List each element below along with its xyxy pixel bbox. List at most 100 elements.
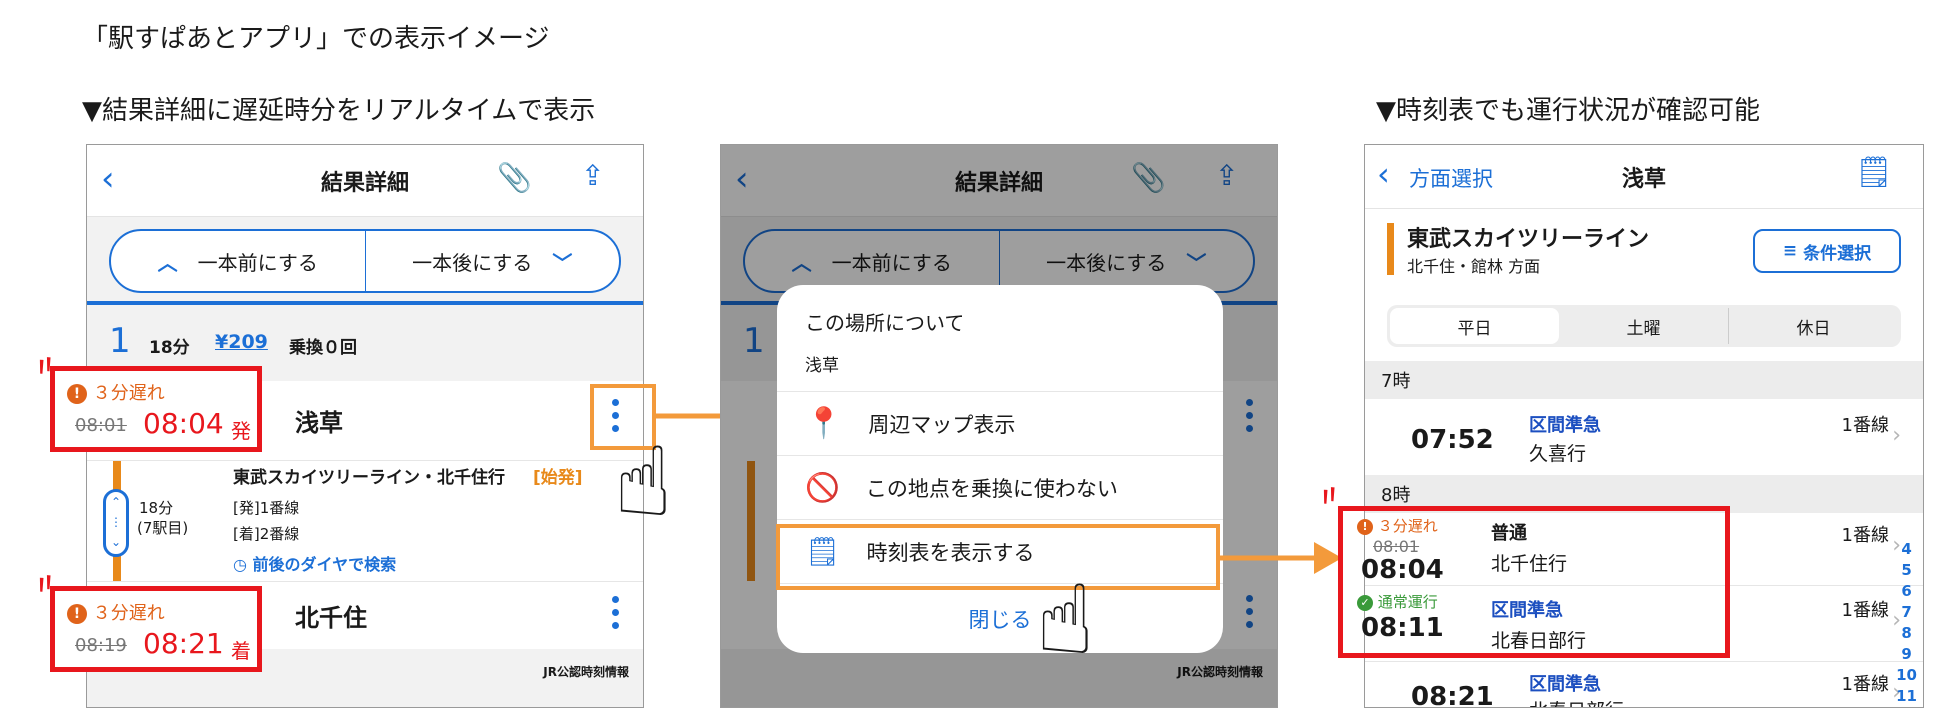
clock-icon: ◷ — [233, 555, 247, 574]
arr-scheduled-time: 08:19 — [75, 635, 127, 656]
prev-next-control: ︿ 一本前にする 一本後にする ﹀ — [109, 229, 621, 293]
arrival-more-icon[interactable] — [610, 596, 620, 629]
tab-holiday[interactable]: 休日 — [1729, 308, 1898, 344]
train-platform: 1番線 — [1841, 525, 1889, 546]
train-row[interactable]: 07:52 区間準急 久喜行 1番線 › — [1365, 399, 1923, 475]
train-destination: 北春日部行 — [1529, 696, 1624, 707]
train-scheduled-time: 08:01 — [1373, 537, 1420, 556]
route-fare-link[interactable]: ¥209 — [215, 331, 268, 353]
line-name: 東武スカイツリーライン・北千住行 — [233, 468, 505, 488]
line-name: 東武スカイツリーライン — [1407, 227, 1650, 252]
dep-kind: 発 — [231, 419, 251, 443]
page-title: 浅草 — [1621, 167, 1666, 192]
next-train-button[interactable]: 一本後にする ﹀ — [364, 231, 620, 291]
ride-time: 18分 — [139, 499, 174, 517]
close-button[interactable]: 閉じる — [777, 583, 1223, 653]
right-caption: ▼時刻表でも運行状況が確認可能 — [1376, 96, 1760, 126]
direction: 北千住・館林 方面 — [1407, 257, 1541, 276]
arrival-delay-box: ! ３分遅れ 08:19 08:21 着 — [50, 586, 262, 672]
pointing-hand-icon: ☝ — [1036, 564, 1095, 676]
add-memo-icon[interactable]: 🗒 — [1855, 155, 1893, 190]
route-transfer: 乗換０回 — [289, 338, 357, 358]
check-icon: ✓ — [1357, 594, 1373, 611]
page-title: 結果詳細 — [320, 171, 409, 196]
hour-index-item[interactable]: 4 — [1896, 539, 1917, 560]
prev-label: 一本前にする — [197, 250, 318, 275]
search-link-label: 前後のダイヤで検索 — [252, 555, 397, 574]
train-row[interactable]: 08:21 区間準急 北春日部行 1番線 › — [1365, 661, 1923, 708]
map-pin-icon: 📍 — [805, 406, 843, 441]
place-action-sheet: この場所について 浅草 📍 周辺マップ表示 🚫 この地点を乗換に使わない 🗒 時刻表を… — [777, 285, 1223, 653]
search-link[interactable]: ◷ 前後のダイヤで検索 — [233, 551, 396, 575]
chevron-right-icon: › — [1892, 423, 1901, 448]
route-duration: 18分 — [149, 338, 190, 358]
jr-footer: JR公認時刻情報 — [543, 665, 629, 679]
dep-actual-time: 08:04 — [143, 407, 224, 440]
hour-index-item[interactable]: 11 — [1896, 686, 1917, 707]
attach-add-icon[interactable]: 📎 — [497, 161, 532, 194]
chevron-up-icon: ︿ — [157, 250, 178, 275]
line-tag: [始発] — [533, 468, 583, 488]
hour-index-item[interactable]: 10 — [1896, 665, 1917, 686]
train-platform: 1番線 — [1841, 415, 1889, 436]
nav-bar: ‹ 方面選択 浅草 🗒 — [1365, 145, 1923, 209]
sheet-header: この場所について — [805, 311, 965, 335]
dep-platform: [発]1番線 — [233, 499, 300, 517]
train-time: 07:52 — [1411, 425, 1494, 455]
prev-train-button[interactable]: ︿ 一本前にする — [111, 231, 365, 291]
hour-index[interactable]: 4 5 6 7 8 9 10 11 — [1896, 539, 1917, 707]
ride-stations: (7駅目) — [137, 519, 189, 537]
train-destination: 久喜行 — [1529, 443, 1587, 465]
screen-route-detail-menu: ‹ 結果詳細 📎 ⇪ ︿ 一本前にする 一本後にする ﹀ 1 JR公認時刻情報 この… — [720, 144, 1278, 708]
arrival-station: 北千住 — [295, 604, 367, 632]
train-status-label: 通常運行 — [1377, 593, 1438, 611]
train-block-icon: 🚫 — [805, 471, 840, 504]
day-tabs: 平日 土曜 休日 — [1387, 305, 1901, 347]
line-color-bar — [1387, 223, 1394, 275]
arrow-right-icon — [1220, 542, 1342, 574]
left-caption: ▼結果詳細に遅延時分をリアルタイムで表示 — [82, 96, 596, 126]
top-caption: 「駅すぱあとアプリ」での表示イメージ — [82, 24, 550, 54]
filter-button[interactable]: ≡ 条件選択 — [1753, 229, 1901, 273]
menu-surrounding-map[interactable]: 📍 周辺マップ表示 — [777, 391, 1223, 455]
chevron-down-icon: ﹀ — [552, 250, 573, 275]
sheet-place: 浅草 — [805, 356, 839, 376]
arr-actual-time: 08:21 — [143, 627, 224, 660]
warning-icon: ! — [67, 384, 87, 404]
share-icon[interactable]: ⇪ — [581, 159, 604, 192]
timetable-status-box: ! ３分遅れ 08:01 08:04 ✓ 通常運行 08:11 — [1338, 506, 1730, 658]
tab-saturday[interactable]: 土曜 — [1559, 308, 1729, 344]
train-actual-time: 08:04 — [1361, 555, 1444, 585]
next-label: 一本後にする — [412, 250, 533, 275]
arr-delay-label: ３分遅れ — [92, 603, 165, 624]
train-type: 区間準急 — [1529, 674, 1601, 695]
filter-icon: ≡ — [1782, 241, 1798, 261]
pointing-hand-icon: ☝ — [614, 426, 673, 538]
tab-weekday[interactable]: 平日 — [1390, 308, 1559, 344]
hour-index-item[interactable]: 7 — [1896, 602, 1917, 623]
menu-exclude-transfer[interactable]: 🚫 この地点を乗換に使わない — [777, 455, 1223, 519]
menu-label: 周辺マップ表示 — [868, 412, 1016, 437]
train-type: 区間準急 — [1529, 415, 1601, 436]
stops-expand-icon[interactable]: ⌃ ⋮ ⌄ — [103, 489, 129, 557]
dep-delay-label: ３分遅れ — [92, 383, 165, 404]
menu-label: この地点を乗換に使わない — [865, 476, 1118, 501]
hour-index-item[interactable]: 5 — [1896, 560, 1917, 581]
train-platform: 1番線 — [1841, 600, 1889, 621]
hour-index-item[interactable]: 6 — [1896, 581, 1917, 602]
hour-index-item[interactable]: 8 — [1896, 623, 1917, 644]
departure-station: 浅草 — [295, 409, 343, 437]
timetable-menu-highlight — [776, 524, 1220, 590]
arr-kind: 着 — [231, 639, 251, 663]
train-time: 08:21 — [1411, 682, 1494, 708]
warning-icon: ! — [1357, 518, 1373, 535]
train-platform: 1番線 — [1841, 674, 1889, 695]
filter-label: 条件選択 — [1803, 243, 1872, 264]
arr-platform: [着]2番線 — [233, 525, 300, 543]
train-delay-label: ３分遅れ — [1377, 517, 1438, 535]
hour-index-item[interactable]: 9 — [1896, 644, 1917, 665]
train-time: 08:11 — [1361, 613, 1444, 643]
dep-scheduled-time: 08:01 — [75, 415, 127, 436]
close-label: 閉じる — [968, 607, 1032, 632]
departure-delay-box: ! ３分遅れ 08:01 08:04 発 — [50, 366, 262, 452]
